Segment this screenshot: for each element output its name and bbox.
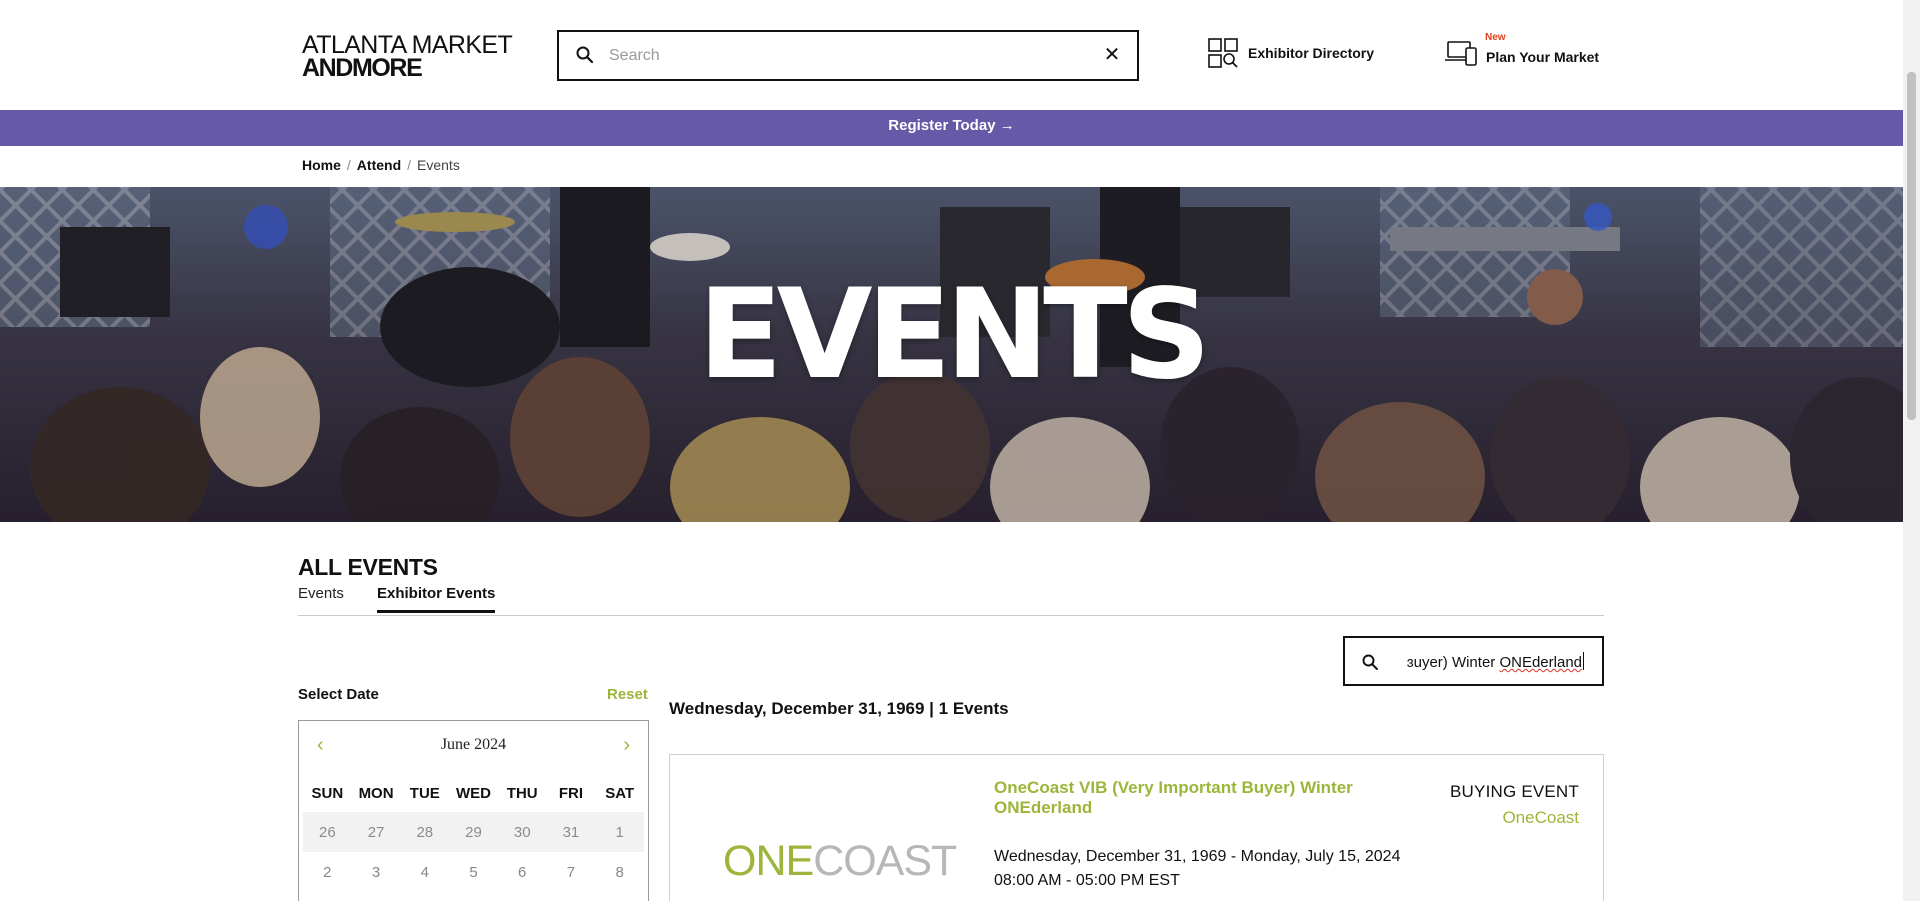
weekday-label: SAT <box>605 785 635 802</box>
text-caret <box>1583 652 1584 670</box>
weekday-label: WED <box>455 785 491 802</box>
tab-events[interactable]: Events <box>298 585 344 610</box>
calendar-month-label: June 2024 <box>440 736 507 753</box>
calendar-day[interactable]: 4 <box>400 852 449 892</box>
atlanta-market-logo[interactable]: ATLANTA MARKET ANDMORE <box>302 33 513 82</box>
events-tabs: Events Exhibitor Events <box>298 584 1604 616</box>
calendar-day[interactable]: 28 <box>400 812 450 852</box>
calendar-day[interactable]: 1 <box>595 812 644 852</box>
calendar-day-grid: 26 27 28 29 30 31 1 2 3 4 5 6 7 8 <box>303 812 644 892</box>
hero-banner: EVENTS <box>0 187 1903 522</box>
weekday-label: FRI <box>558 785 583 802</box>
plan-your-market-label: Plan Your Market <box>1486 49 1600 65</box>
breadcrumb-separator: / <box>407 157 412 173</box>
event-date-range: Wednesday, December 31, 1969 - Monday, J… <box>994 848 1401 865</box>
calendar-day[interactable]: 31 <box>546 812 596 852</box>
select-date-label: Select Date <box>298 686 379 703</box>
search-icon[interactable] <box>1361 653 1379 671</box>
event-search-value: ɜuyer) Winter ONEderland <box>1407 652 1584 671</box>
weekday-label: TUE <box>409 785 440 802</box>
weekday-label: MON <box>358 785 394 802</box>
exhibitor-directory-label: Exhibitor Directory <box>1248 45 1375 61</box>
exhibitor-directory-link[interactable]: Exhibitor Directory <box>1206 35 1374 71</box>
register-today-link[interactable]: Register Today → <box>0 117 1903 134</box>
calendar-day[interactable]: 8 <box>595 852 644 892</box>
breadcrumb-attend[interactable]: Attend <box>357 157 401 173</box>
hero-title: EVENTS <box>697 263 1211 407</box>
event-organizer-link[interactable]: OneCoast <box>1502 808 1579 828</box>
calendar-day[interactable]: 26 <box>303 812 352 852</box>
breadcrumb: Home / Attend / Events <box>302 157 460 173</box>
calendar-header: June 2024 ‹ › <box>299 733 648 757</box>
calendar-day[interactable]: 2 <box>303 852 352 892</box>
calendar-day[interactable]: 30 <box>497 812 547 852</box>
close-icon[interactable]: ✕ <box>1101 44 1123 66</box>
onecoast-logo: ONECOAST <box>723 837 957 886</box>
calendar-day[interactable]: 3 <box>352 852 401 892</box>
section-title: ALL EVENTS <box>298 554 438 580</box>
calendar-day[interactable]: 7 <box>547 852 596 892</box>
site-header: ATLANTA MARKET ANDMORE ✕ Exhibitor Direc… <box>0 0 1903 110</box>
plan-your-market-link[interactable]: New Plan Your Market <box>1444 32 1600 71</box>
calendar-day[interactable]: 5 <box>449 852 498 892</box>
results-date-heading: Wednesday, December 31, 1969 | 1 Events <box>669 699 1009 718</box>
chevron-right-icon[interactable]: › <box>623 733 630 757</box>
directory-icon <box>1208 38 1238 68</box>
reset-button[interactable]: Reset <box>607 686 648 703</box>
event-time-range: 08:00 AM - 05:00 PM EST <box>994 872 1180 889</box>
promo-banner: Register Today → <box>0 110 1903 146</box>
site-search-input[interactable] <box>609 42 1079 70</box>
scrollbar-thumb[interactable] <box>1907 72 1916 420</box>
event-search-input[interactable]: ɜuyer) Winter ONEderland <box>1343 636 1604 686</box>
calendar-day[interactable]: 27 <box>351 812 401 852</box>
date-picker-calendar: June 2024 ‹ › SUN MON TUE WED THU FRI SA… <box>298 720 649 901</box>
new-badge: New <box>1485 32 1506 43</box>
event-search-misspelled-word: ONEderland <box>1499 654 1582 671</box>
logo-line-2: ANDMORE <box>302 54 423 82</box>
calendar-day[interactable]: 29 <box>449 812 498 852</box>
calendar-day[interactable]: 6 <box>498 852 547 892</box>
logo-coast-text: COAST <box>813 837 957 885</box>
calendar-weekday-row: SUN MON TUE WED THU FRI SAT <box>303 785 644 802</box>
devices-icon <box>1445 41 1477 66</box>
chevron-left-icon[interactable]: ‹ <box>317 733 324 757</box>
event-search-prefix: ɜuyer) Winter <box>1406 654 1500 671</box>
search-icon[interactable] <box>575 45 595 65</box>
logo-one-text: ONE <box>723 837 814 885</box>
tab-exhibitor-events[interactable]: Exhibitor Events <box>377 585 496 613</box>
event-type-label: BUYING EVENT <box>1450 782 1579 801</box>
event-card[interactable]: ONECOAST OneCoast VIB (Very Important Bu… <box>669 754 1604 901</box>
weekday-label: SUN <box>311 785 344 802</box>
breadcrumb-current: Events <box>417 157 460 173</box>
site-search-box: ✕ <box>557 30 1139 81</box>
weekday-label: THU <box>506 785 538 802</box>
breadcrumb-separator: / <box>346 157 351 173</box>
breadcrumb-home[interactable]: Home <box>302 157 341 173</box>
event-title-link[interactable]: OneCoast VIB (Very Important Buyer) Wint… <box>994 778 1374 818</box>
page-scrollbar[interactable] <box>1903 0 1920 901</box>
